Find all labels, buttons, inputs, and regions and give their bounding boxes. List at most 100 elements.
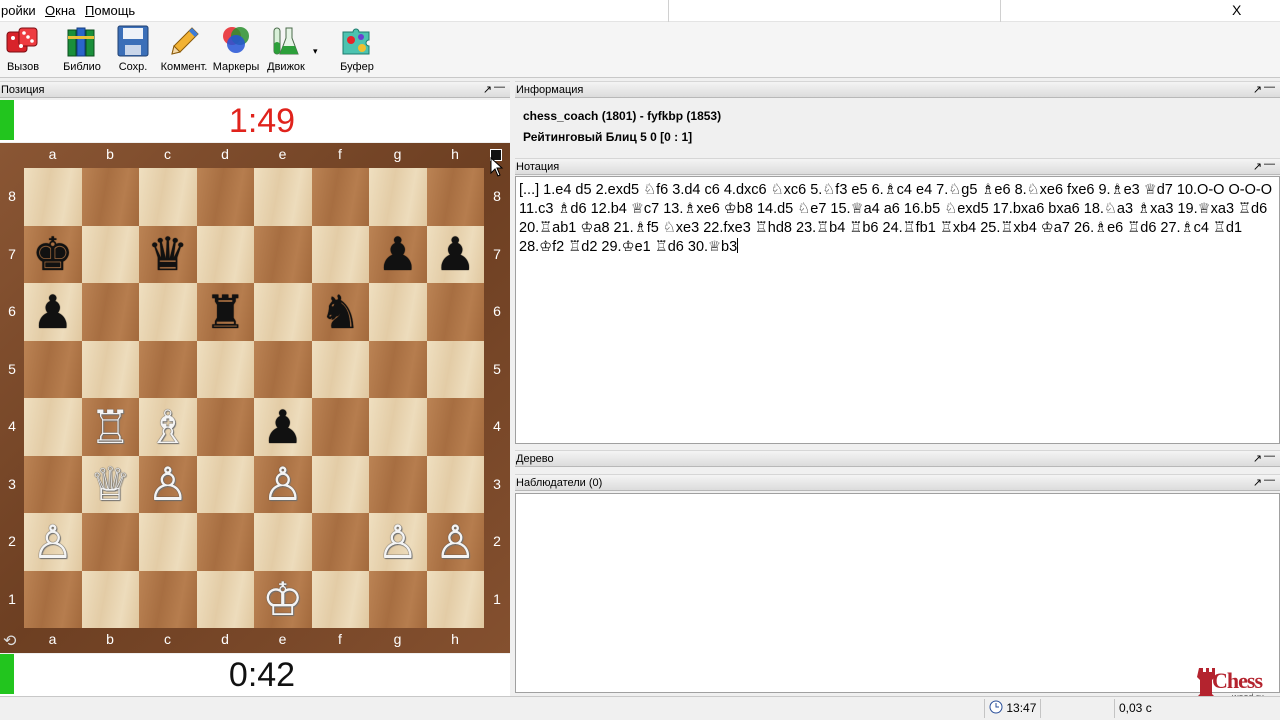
minimize-icon[interactable]: — — [1264, 448, 1275, 464]
square-c3[interactable]: ♙ — [139, 455, 197, 513]
square-h7[interactable]: ♟ — [426, 225, 484, 283]
square-c5[interactable] — [139, 340, 197, 398]
square-f4[interactable] — [311, 398, 369, 456]
black-rook-piece[interactable]: ♜ — [205, 289, 246, 335]
square-g2[interactable]: ♙ — [369, 513, 427, 571]
square-d8[interactable] — [196, 168, 254, 226]
square-b1[interactable] — [81, 570, 139, 628]
minimize-icon[interactable]: — — [1264, 79, 1275, 95]
engine-button[interactable]: Движок — [259, 24, 313, 76]
chess-board[interactable]: ♚ ♛ ♟ ♟ ♟ ♜ ♞ ♖ ♗ ♟ ♕ ♙ ♙ ♙ ♙ ♙ ♔ — [24, 168, 484, 628]
square-e1[interactable]: ♔ — [254, 570, 312, 628]
engine-dropdown-arrow[interactable]: ▾ — [313, 46, 318, 57]
white-pawn-piece[interactable]: ♙ — [435, 519, 476, 565]
pin-icon[interactable]: ↗ — [1253, 475, 1262, 491]
square-b2[interactable] — [81, 513, 139, 571]
square-a3[interactable] — [24, 455, 82, 513]
square-d5[interactable] — [196, 340, 254, 398]
square-c1[interactable] — [139, 570, 197, 628]
pin-icon[interactable]: ↗ — [1253, 451, 1262, 467]
square-h8[interactable] — [426, 168, 484, 226]
clipboard-button[interactable]: Буфер — [330, 24, 384, 76]
square-f2[interactable] — [311, 513, 369, 571]
black-queen-piece[interactable]: ♛ — [147, 231, 188, 277]
square-f1[interactable] — [311, 570, 369, 628]
black-pawn-piece[interactable]: ♟ — [32, 289, 73, 335]
square-e7[interactable] — [254, 225, 312, 283]
menu-help[interactable]: Помощь — [85, 3, 135, 18]
square-f5[interactable] — [311, 340, 369, 398]
square-a6[interactable]: ♟ — [24, 283, 82, 341]
square-e8[interactable] — [254, 168, 312, 226]
square-b8[interactable] — [81, 168, 139, 226]
square-f6[interactable]: ♞ — [311, 283, 369, 341]
square-h6[interactable] — [426, 283, 484, 341]
square-f3[interactable] — [311, 455, 369, 513]
minimize-icon[interactable]: — — [1264, 472, 1275, 488]
white-pawn-piece[interactable]: ♙ — [147, 461, 188, 507]
black-pawn-piece[interactable]: ♟ — [435, 231, 476, 277]
square-c7[interactable]: ♛ — [139, 225, 197, 283]
square-d3[interactable] — [196, 455, 254, 513]
square-g5[interactable] — [369, 340, 427, 398]
black-pawn-piece[interactable]: ♟ — [377, 231, 418, 277]
square-f8[interactable] — [311, 168, 369, 226]
square-e4[interactable]: ♟ — [254, 398, 312, 456]
white-queen-piece[interactable]: ♕ — [90, 461, 131, 507]
square-b7[interactable] — [81, 225, 139, 283]
close-button[interactable]: X — [1232, 2, 1241, 18]
square-a8[interactable] — [24, 168, 82, 226]
square-g4[interactable] — [369, 398, 427, 456]
square-h4[interactable] — [426, 398, 484, 456]
square-d2[interactable] — [196, 513, 254, 571]
white-pawn-piece[interactable]: ♙ — [262, 461, 303, 507]
square-g3[interactable] — [369, 455, 427, 513]
square-e3[interactable]: ♙ — [254, 455, 312, 513]
save-button[interactable]: Сохр. — [106, 24, 160, 76]
square-g6[interactable] — [369, 283, 427, 341]
flip-board-icon[interactable]: ⟲ — [3, 631, 16, 651]
minimize-icon[interactable]: — — [494, 79, 505, 95]
square-e5[interactable] — [254, 340, 312, 398]
square-c8[interactable] — [139, 168, 197, 226]
square-b5[interactable] — [81, 340, 139, 398]
square-c6[interactable] — [139, 283, 197, 341]
square-f7[interactable] — [311, 225, 369, 283]
library-button[interactable]: Библио — [55, 24, 109, 76]
pin-icon[interactable]: ↗ — [1253, 159, 1262, 175]
square-h1[interactable] — [426, 570, 484, 628]
white-pawn-piece[interactable]: ♙ — [377, 519, 418, 565]
white-king-piece[interactable]: ♔ — [262, 576, 303, 622]
observers-panel[interactable] — [515, 493, 1280, 693]
square-h3[interactable] — [426, 455, 484, 513]
pin-icon[interactable]: ↗ — [1253, 82, 1262, 98]
square-d1[interactable] — [196, 570, 254, 628]
square-g7[interactable]: ♟ — [369, 225, 427, 283]
square-a7[interactable]: ♚ — [24, 225, 82, 283]
square-b6[interactable] — [81, 283, 139, 341]
notation-panel[interactable]: [...] 1.e4 d5 2.exd5 ♘f6 3.d4 c6 4.dxc6 … — [515, 176, 1280, 444]
square-a4[interactable] — [24, 398, 82, 456]
square-d7[interactable] — [196, 225, 254, 283]
square-c4[interactable]: ♗ — [139, 398, 197, 456]
pin-icon[interactable]: ↗ — [483, 82, 492, 98]
square-b4[interactable]: ♖ — [81, 398, 139, 456]
square-a1[interactable] — [24, 570, 82, 628]
black-pawn-piece[interactable]: ♟ — [262, 404, 303, 450]
square-a2[interactable]: ♙ — [24, 513, 82, 571]
square-d6[interactable]: ♜ — [196, 283, 254, 341]
white-pawn-piece[interactable]: ♙ — [32, 519, 73, 565]
square-g1[interactable] — [369, 570, 427, 628]
challenge-button[interactable]: Вызов — [0, 24, 50, 76]
square-d4[interactable] — [196, 398, 254, 456]
menu-windows[interactable]: Окна — [45, 3, 75, 18]
square-g8[interactable] — [369, 168, 427, 226]
menu-settings[interactable]: ройки — [1, 3, 36, 18]
minimize-icon[interactable]: — — [1264, 156, 1275, 172]
move-list[interactable]: [...] 1.e4 d5 2.exd5 ♘f6 3.d4 c6 4.dxc6 … — [519, 182, 1272, 255]
square-h5[interactable] — [426, 340, 484, 398]
black-knight-piece[interactable]: ♞ — [320, 289, 361, 335]
square-e6[interactable] — [254, 283, 312, 341]
square-e2[interactable] — [254, 513, 312, 571]
black-king-piece[interactable]: ♚ — [32, 231, 73, 277]
